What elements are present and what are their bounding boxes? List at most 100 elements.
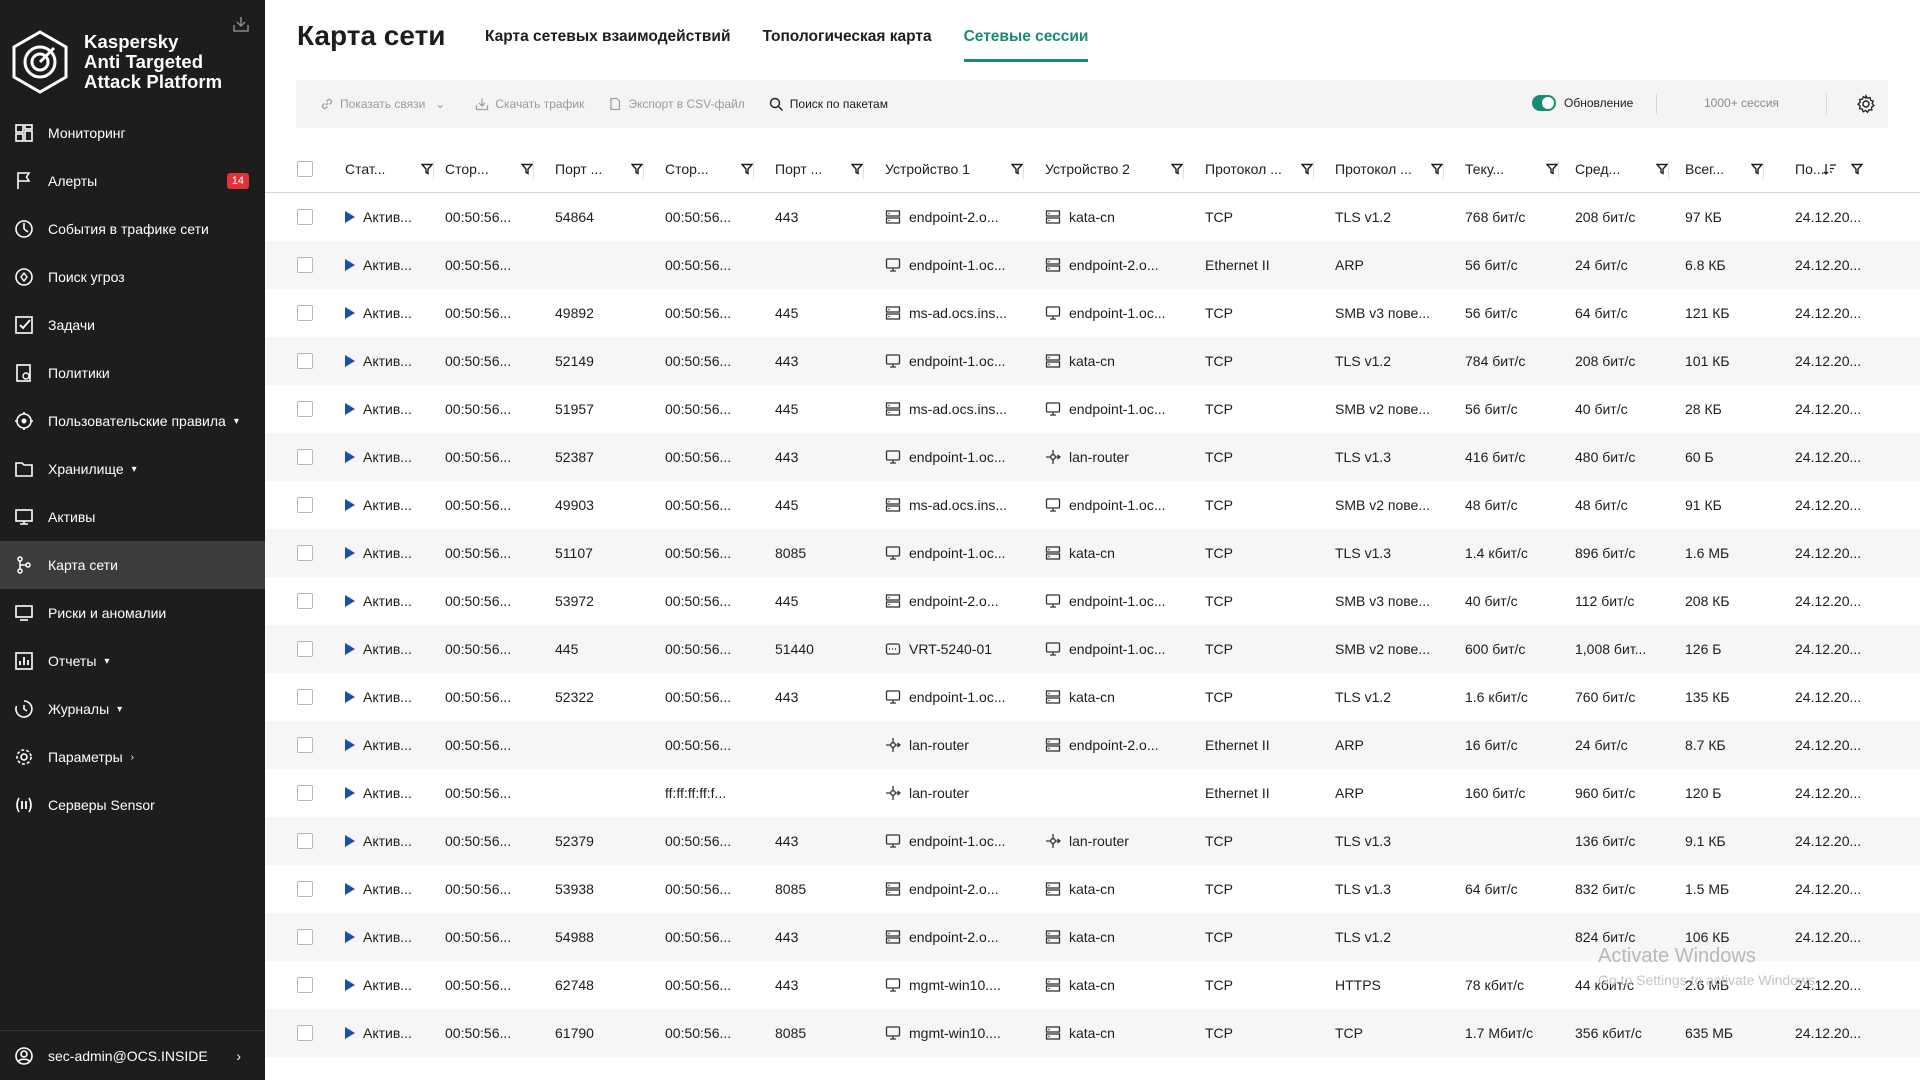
row-checkbox[interactable] <box>297 449 313 465</box>
row-checkbox[interactable] <box>297 833 313 849</box>
show-links-button[interactable]: Показать связи ⌄ <box>320 97 445 111</box>
download-icon[interactable] <box>232 15 250 33</box>
table-row[interactable]: Актив... 00:50:56... 53972 00:50:56... 445 en… <box>265 577 1920 625</box>
filter-icon[interactable] <box>741 163 753 175</box>
sidebar-item-13[interactable]: Параметры › <box>0 733 265 781</box>
column-divider[interactable] <box>1668 161 1669 179</box>
table-row[interactable]: Актив... 00:50:56... 49892 00:50:56... 445 ms… <box>265 289 1920 337</box>
column-header-11[interactable]: Всег... <box>1685 145 1773 193</box>
filter-icon[interactable] <box>631 163 643 175</box>
row-checkbox[interactable] <box>297 593 313 609</box>
row-checkbox[interactable] <box>297 401 313 417</box>
column-header-4[interactable]: Порт ... <box>775 145 873 193</box>
filter-icon[interactable] <box>1656 163 1668 175</box>
filter-icon[interactable] <box>1171 163 1183 175</box>
column-header-5[interactable]: Устройство 1 <box>885 145 1033 193</box>
table-row[interactable]: Актив... 00:50:56... 52322 00:50:56... 443 en… <box>265 673 1920 721</box>
sidebar-item-5[interactable]: Политики <box>0 349 265 397</box>
filter-icon[interactable] <box>1546 163 1558 175</box>
column-divider[interactable] <box>1313 161 1314 179</box>
sidebar-item-12[interactable]: Журналы ▾ <box>0 685 265 733</box>
table-row[interactable]: Актив... 00:50:56... 52387 00:50:56... 443 en… <box>265 433 1920 481</box>
table-row[interactable]: Актив... 00:50:56... 49903 00:50:56... 445 ms… <box>265 481 1920 529</box>
column-header-1[interactable]: Стор... <box>445 145 543 193</box>
table-row[interactable]: Актив... 00:50:56... 00:50:56... lan-router… <box>265 721 1920 769</box>
table-row[interactable]: Актив... 00:50:56... 54864 00:50:56... 443 en… <box>265 193 1920 241</box>
column-header-3[interactable]: Стор... <box>665 145 763 193</box>
export-csv-button[interactable]: Экспорт в CSV-файл <box>608 97 745 111</box>
table-row[interactable]: Актив... 00:50:56... 52149 00:50:56... 443 en… <box>265 337 1920 385</box>
row-checkbox[interactable] <box>297 545 313 561</box>
tab-interaction-map[interactable]: Карта сетевых взаимодействий <box>485 28 730 62</box>
filter-icon[interactable] <box>1301 163 1313 175</box>
sidebar-item-4[interactable]: Задачи <box>0 301 265 349</box>
sidebar-item-10[interactable]: Риски и аномалии <box>0 589 265 637</box>
sidebar-item-7[interactable]: Хранилище ▾ <box>0 445 265 493</box>
column-divider[interactable] <box>1183 161 1184 179</box>
sidebar-item-2[interactable]: События в трафике сети <box>0 205 265 253</box>
filter-icon[interactable] <box>1011 163 1023 175</box>
sidebar-item-1[interactable]: Алерты 14 <box>0 157 265 205</box>
sidebar-item-9[interactable]: Карта сети <box>0 541 265 589</box>
sidebar-item-6[interactable]: Пользовательские правила ▾ <box>0 397 265 445</box>
tab-topology-map[interactable]: Топологическая карта <box>762 28 931 62</box>
filter-icon[interactable] <box>851 163 863 175</box>
sidebar-item-8[interactable]: Активы <box>0 493 265 541</box>
row-checkbox[interactable] <box>297 257 313 273</box>
table-row[interactable]: Актив... 00:50:56... 51107 00:50:56... 8085 e… <box>265 529 1920 577</box>
column-divider[interactable] <box>1558 161 1559 179</box>
column-header-12[interactable]: По... <box>1795 145 1873 193</box>
brand[interactable]: Kaspersky Anti Targeted Attack Platform <box>12 30 222 94</box>
column-divider[interactable] <box>1763 161 1764 179</box>
column-header-9[interactable]: Теку... <box>1465 145 1568 193</box>
sidebar-item-3[interactable]: Поиск угроз <box>0 253 265 301</box>
row-checkbox[interactable] <box>297 737 313 753</box>
row-checkbox[interactable] <box>297 305 313 321</box>
column-divider[interactable] <box>643 161 644 179</box>
column-divider[interactable] <box>753 161 754 179</box>
refresh-toggle[interactable] <box>1532 95 1556 111</box>
row-checkbox[interactable] <box>297 689 313 705</box>
table-row[interactable]: Актив... 00:50:56... 00:50:56... endpoint-1… <box>265 241 1920 289</box>
settings-gear-icon[interactable] <box>1856 94 1876 114</box>
filter-icon[interactable] <box>1431 163 1443 175</box>
table-row[interactable]: Актив... 00:50:56... 445 00:50:56... 51440 VR… <box>265 625 1920 673</box>
row-checkbox[interactable] <box>297 497 313 513</box>
column-divider[interactable] <box>1443 161 1444 179</box>
row-checkbox[interactable] <box>297 881 313 897</box>
table-row[interactable]: Актив... 00:50:56... ff:ff:ff:ff:f... lan-r… <box>265 769 1920 817</box>
filter-icon[interactable] <box>1751 163 1763 175</box>
sort-descending-icon[interactable] <box>1823 162 1837 176</box>
row-checkbox[interactable] <box>297 641 313 657</box>
user-menu[interactable]: sec-admin@OCS.INSIDE › <box>0 1030 265 1080</box>
packet-search-button[interactable]: Поиск по пакетам <box>769 97 888 112</box>
column-divider[interactable] <box>1023 161 1024 179</box>
table-row[interactable]: Актив... 00:50:56... 61790 00:50:56... 8085 m… <box>265 1009 1920 1057</box>
column-header-10[interactable]: Сред... <box>1575 145 1678 193</box>
sidebar-item-0[interactable]: Мониторинг <box>0 109 265 157</box>
filter-icon[interactable] <box>421 163 433 175</box>
column-divider[interactable] <box>863 161 864 179</box>
column-header-2[interactable]: Порт ... <box>555 145 653 193</box>
row-checkbox[interactable] <box>297 1025 313 1041</box>
select-all-checkbox[interactable] <box>297 160 313 177</box>
column-header-6[interactable]: Устройство 2 <box>1045 145 1193 193</box>
download-traffic-button[interactable]: Скачать трафик <box>475 97 584 111</box>
filter-icon[interactable] <box>1851 163 1863 175</box>
column-header-8[interactable]: Протокол ... <box>1335 145 1453 193</box>
column-header-0[interactable]: Стат... <box>345 145 443 193</box>
table-row[interactable]: Актив... 00:50:56... 53938 00:50:56... 8085 e… <box>265 865 1920 913</box>
column-header-7[interactable]: Протокол ... <box>1205 145 1323 193</box>
table-row[interactable]: Актив... 00:50:56... 52379 00:50:56... 443 en… <box>265 817 1920 865</box>
row-checkbox[interactable] <box>297 209 313 225</box>
column-divider[interactable] <box>533 161 534 179</box>
table-row[interactable]: Актив... 00:50:56... 51957 00:50:56... 445 ms… <box>265 385 1920 433</box>
column-divider[interactable] <box>433 161 434 179</box>
sidebar-item-14[interactable]: Серверы Sensor <box>0 781 265 829</box>
row-checkbox[interactable] <box>297 929 313 945</box>
row-checkbox[interactable] <box>297 977 313 993</box>
filter-icon[interactable] <box>521 163 533 175</box>
row-checkbox[interactable] <box>297 785 313 801</box>
sidebar-item-11[interactable]: Отчеты ▾ <box>0 637 265 685</box>
row-checkbox[interactable] <box>297 353 313 369</box>
